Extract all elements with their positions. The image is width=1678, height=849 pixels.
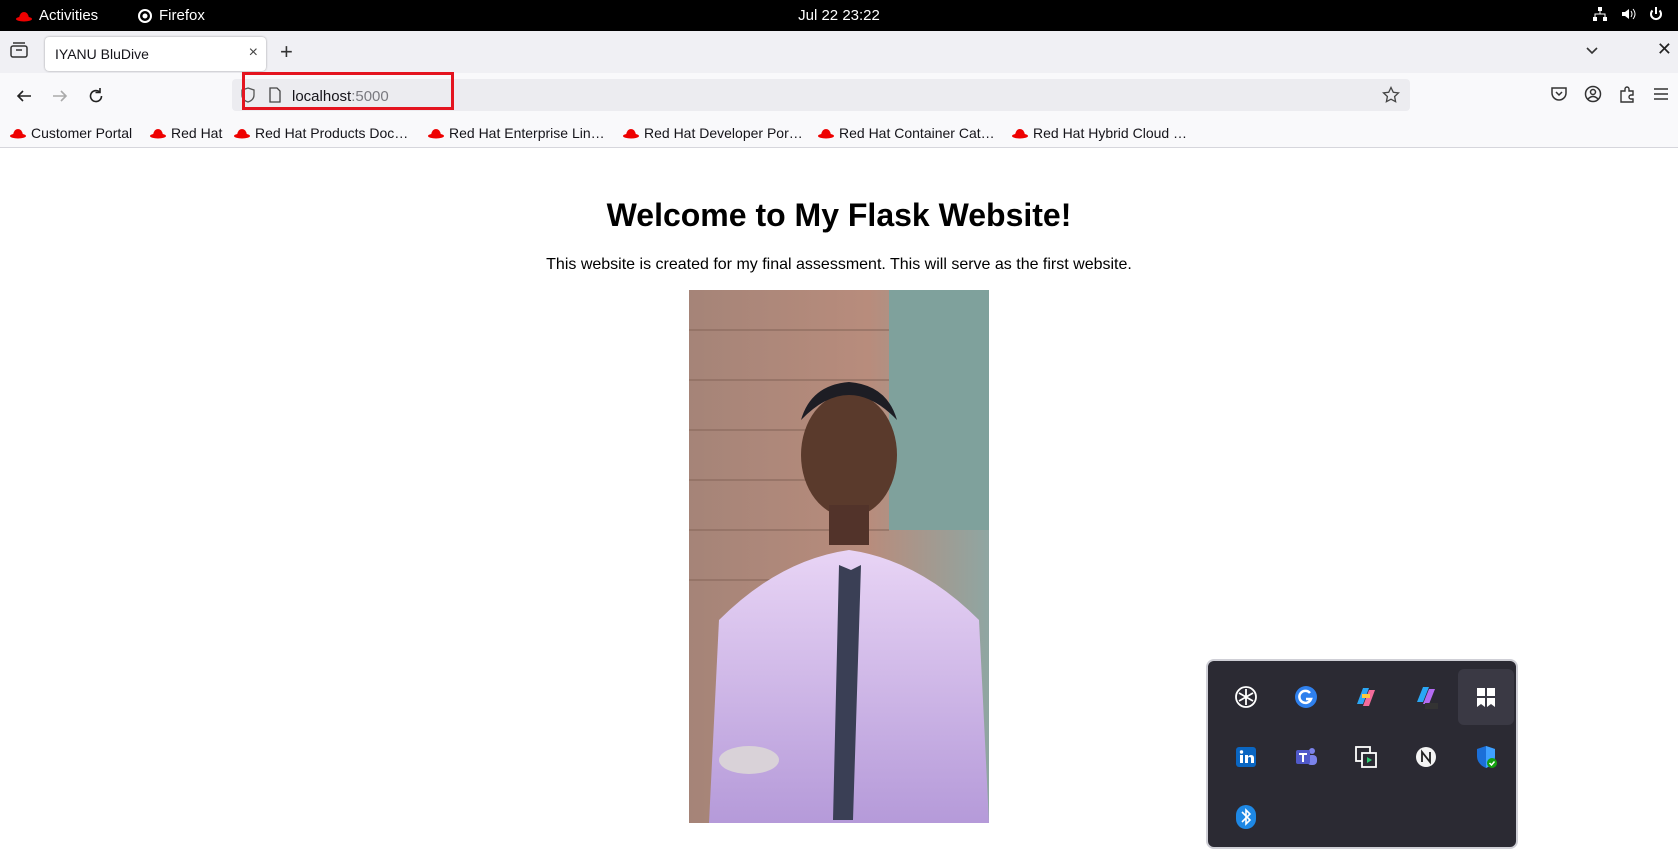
- bookmark-label: Red Hat Container Cat…: [839, 125, 995, 141]
- tab-title: IYANU BluDive: [55, 46, 149, 62]
- bookmark-item[interactable]: Customer Portal: [10, 125, 132, 141]
- power-icon[interactable]: [1648, 6, 1664, 22]
- firefox-view-icon[interactable]: [10, 42, 28, 58]
- notion-logo-icon: [1416, 747, 1436, 767]
- redhat-icon: [234, 129, 250, 139]
- bookmark-app-icon[interactable]: [1458, 669, 1514, 725]
- bookmark-item[interactable]: Red Hat Products Doc…: [234, 125, 408, 141]
- pocket-icon[interactable]: [1550, 85, 1568, 103]
- copilot-logo-icon: [1357, 688, 1375, 706]
- extensions-puzzle-icon[interactable]: [1618, 85, 1636, 103]
- redhat-icon: [623, 129, 639, 139]
- bookmark-label: Red Hat: [171, 125, 223, 141]
- profile-photo: [689, 290, 989, 823]
- back-arrow-icon: [16, 90, 31, 102]
- screen-copy-icon: [1355, 746, 1377, 768]
- teams-logo-icon: [1296, 748, 1317, 765]
- bookmark-item[interactable]: Red Hat Container Cat…: [818, 125, 995, 141]
- forward-button[interactable]: [49, 85, 71, 107]
- portrait-image: [689, 290, 989, 823]
- account-icon[interactable]: [1584, 85, 1602, 103]
- defender-logo-icon: [1477, 746, 1497, 768]
- bookmark-star-icon[interactable]: [1382, 86, 1400, 104]
- copilot-icon[interactable]: [1338, 669, 1394, 725]
- tab-close-icon[interactable]: ×: [249, 44, 258, 62]
- bookmark-label: Red Hat Hybrid Cloud …: [1033, 125, 1188, 141]
- reload-button[interactable]: [85, 85, 107, 107]
- page-heading: Welcome to My Flask Website!: [606, 197, 1072, 233]
- bookmark-label: Customer Portal: [31, 125, 133, 141]
- redhat-icon: [1012, 129, 1028, 139]
- bookmark-label: Red Hat Enterprise Lin…: [449, 125, 605, 141]
- bluetooth-icon[interactable]: [1218, 789, 1274, 845]
- bookmark-item[interactable]: Red Hat Enterprise Lin…: [428, 125, 605, 141]
- network-icon[interactable]: [1592, 6, 1608, 22]
- new-tab-button[interactable]: +: [280, 39, 293, 65]
- redhat-icon: [10, 129, 26, 139]
- url-highlight-box: [242, 72, 454, 110]
- screen-share-icon[interactable]: [1338, 729, 1394, 785]
- toolbar-right-buttons: [1550, 85, 1670, 103]
- volume-icon[interactable]: [1620, 6, 1636, 22]
- bookmark-label: Red Hat Developer Por…: [644, 125, 803, 141]
- redhat-icon: [150, 129, 166, 139]
- chatgpt-icon[interactable]: [1218, 669, 1274, 725]
- bookmark-item[interactable]: Red Hat: [150, 125, 222, 141]
- extensions-overflow-panel: [1206, 659, 1518, 849]
- copilot-m365-icon[interactable]: [1398, 669, 1454, 725]
- redhat-icon: [428, 129, 444, 139]
- bookmark-item[interactable]: Red Hat Hybrid Cloud …: [1012, 125, 1187, 141]
- redhat-icon: [818, 129, 834, 139]
- hamburger-menu-icon[interactable]: [1652, 85, 1670, 103]
- bookmark-item[interactable]: Red Hat Developer Por…: [623, 125, 803, 141]
- defender-shield-icon[interactable]: [1458, 729, 1514, 785]
- copilot-m365-logo-icon: [1417, 687, 1438, 709]
- chatgpt-logo-icon: [1235, 686, 1257, 708]
- linkedin-icon[interactable]: [1218, 729, 1274, 785]
- tab-active[interactable]: IYANU BluDive ×: [45, 37, 266, 71]
- forward-arrow-icon: [53, 90, 68, 102]
- back-button[interactable]: [13, 85, 35, 107]
- bookmark-label: Red Hat Products Doc…: [255, 125, 409, 141]
- list-all-tabs-chevron-icon[interactable]: [1584, 42, 1600, 58]
- linkedin-logo-icon: [1236, 747, 1256, 767]
- teams-icon[interactable]: [1278, 729, 1334, 785]
- window-close-button[interactable]: ✕: [1657, 39, 1672, 60]
- notion-icon[interactable]: [1398, 729, 1454, 785]
- system-tray[interactable]: [1592, 6, 1664, 22]
- bookmarks-toolbar: Customer Portal Red Hat Red Hat Products…: [0, 119, 1678, 148]
- page-description: This website is created for my final ass…: [546, 256, 1132, 273]
- bookmark-layout-icon: [1477, 688, 1495, 707]
- system-top-bar: Activities Firefox Jul 22 23:22: [0, 0, 1678, 31]
- tab-strip: IYANU BluDive × + ✕: [0, 31, 1678, 73]
- bluetooth-logo-icon: [1236, 805, 1256, 829]
- clock[interactable]: Jul 22 23:22: [0, 7, 1678, 24]
- grammarly-icon[interactable]: [1278, 669, 1334, 725]
- grammarly-logo-icon: [1295, 686, 1317, 708]
- reload-icon: [89, 88, 103, 103]
